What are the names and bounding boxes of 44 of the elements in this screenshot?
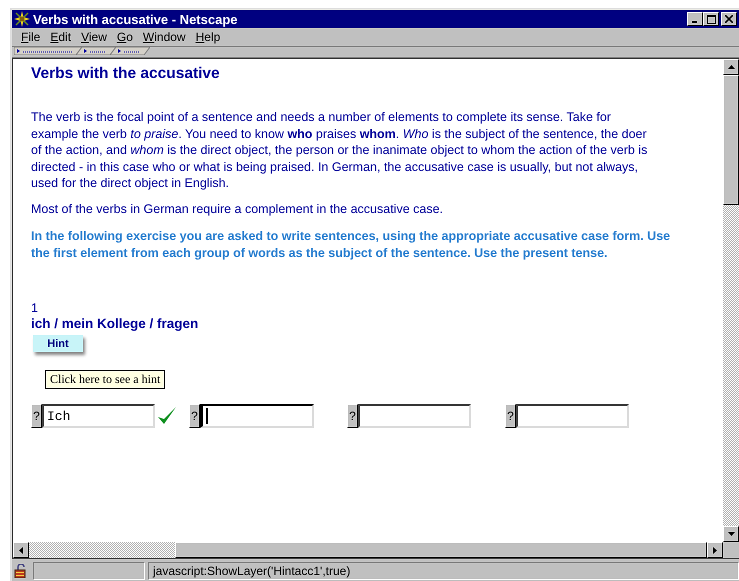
answer-field[interactable] [516, 404, 629, 428]
menu-item[interactable]: File [16, 30, 46, 44]
window-title: Verbs with accusative - Netscape [33, 12, 238, 26]
minimize-button[interactable] [687, 12, 703, 26]
app-icon [14, 11, 30, 27]
maximize-button[interactable] [703, 12, 719, 26]
paragraph: The verb is the focal point of a sentence and needs a number of elements to complete its sense. Take for example the verb to praise. You need to know who praises whom. Who is the subject of the sentence, the doer of the action, and whom is the direct object, the person or the inanimate object to whom the action of the verb is directed - in this case who or what is being praised. In German, the accusative case is usually, but not always, used for the direct object in English. [31, 109, 648, 192]
scroll-up-button[interactable] [723, 59, 739, 75]
scroll-down-button[interactable] [723, 526, 739, 542]
down-arrow-icon [728, 532, 734, 536]
exercise-number: 1 [31, 301, 39, 315]
scroll-right-button[interactable] [707, 542, 723, 558]
page-heading: Verbs with the accusative [31, 65, 221, 83]
help-button[interactable]: ? [347, 404, 358, 428]
instruction-text: In the following exercise you are asked to write sentences, using the appropriate accusative case form. Use the first element from each group of words as the subject of the sentence. Use the present tense. [31, 228, 672, 261]
menu-item[interactable]: View [76, 30, 112, 44]
help-button[interactable]: ? [31, 404, 42, 428]
status-text: javascript:ShowLayer('Hintacc1',true) [148, 562, 739, 580]
answer-field[interactable]: Ich [42, 404, 155, 428]
answer-field[interactable] [358, 404, 471, 428]
answer-field[interactable] [200, 404, 314, 428]
collapsed-toolbar-tab[interactable] [14, 47, 82, 55]
collapsed-toolbar-tab[interactable] [76, 47, 116, 55]
menu-item[interactable]: Edit [45, 30, 76, 44]
right-arrow-icon [713, 546, 717, 554]
collapsed-toolbar-tab[interactable] [110, 47, 150, 55]
scroll-thumb[interactable] [723, 75, 739, 205]
menu-item[interactable]: Help [190, 30, 226, 44]
close-button[interactable] [721, 12, 737, 26]
hint-button[interactable]: Hint [33, 335, 83, 352]
tooltip: Click here to see a hint [45, 370, 166, 389]
left-arrow-icon [19, 546, 23, 554]
scroll-left-button[interactable] [13, 542, 29, 558]
vertical-scrollbar[interactable] [723, 59, 739, 542]
help-button[interactable]: ? [189, 404, 200, 428]
help-button[interactable]: ? [505, 404, 516, 428]
close-icon [725, 15, 733, 23]
menu-item[interactable]: Go [112, 30, 138, 44]
exercise-prompt: ich / mein Kollege / fragen [31, 316, 200, 331]
paragraph: Most of the verbs in German require a complement in the accusative case. [31, 200, 444, 217]
menu-item[interactable]: Window [138, 30, 191, 44]
up-arrow-icon [728, 65, 734, 69]
maximize-icon [706, 14, 716, 24]
scroll-thumb[interactable] [175, 542, 707, 558]
